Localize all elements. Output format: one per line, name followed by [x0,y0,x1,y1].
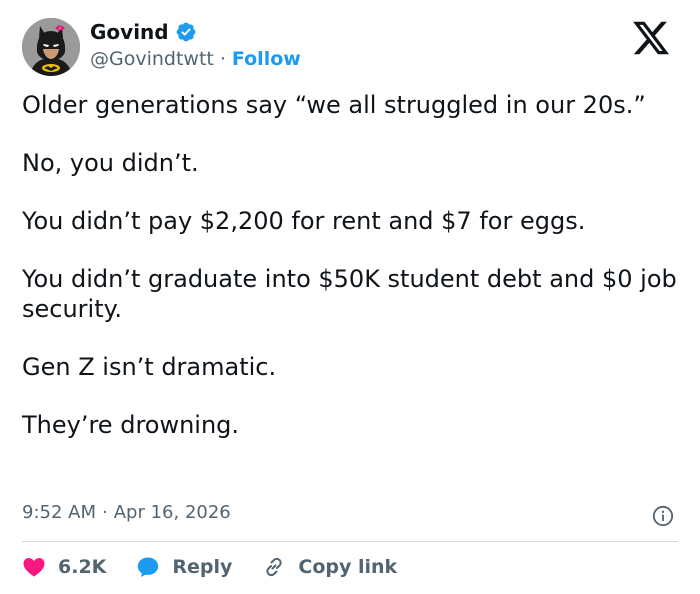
like-count: 6.2K [58,556,107,578]
tweet-paragraph: They’re drowning. [22,411,240,439]
tweet-card: Govind @Govindtwtt · Follow Older genera… [0,0,700,594]
copy-link-label: Copy link [298,556,398,578]
follow-button[interactable]: Follow [232,48,301,70]
like-button[interactable]: 6.2K [22,555,106,579]
reply-button[interactable]: Reply [136,555,232,579]
divider [22,541,678,542]
separator-dot: · [102,502,108,523]
tweet-paragraph: Gen Z isn’t dramatic. [22,353,277,381]
reply-bubble-icon [138,557,159,577]
tweet-date: Apr 16, 2026 [113,502,231,523]
x-logo-icon[interactable] [628,18,674,58]
action-bar: 6.2K Reply Copy link [22,553,427,581]
tweet-paragraph: No, you didn’t. [22,149,199,177]
avatar-image [22,18,80,76]
separator-dot: · [219,48,226,70]
tweet-text: Older generations say “we all struggled … [22,90,682,468]
link-icon [266,557,283,577]
copy-link-button[interactable]: Copy link [262,555,397,579]
reply-label: Reply [172,556,233,578]
verified-badge-icon [176,22,196,42]
heart-icon [23,558,45,577]
tweet-paragraph: Older generations say “we all struggled … [22,91,646,119]
info-icon[interactable] [652,505,674,527]
tweet-paragraph: You didn’t graduate into $50K student de… [22,265,677,323]
tweet-timestamp[interactable]: 9:52 AM · Apr 16, 2026 [22,502,231,523]
avatar[interactable] [22,18,80,76]
tweet-time: 9:52 AM [22,502,96,523]
author-name-row: Govind [90,20,197,44]
author-name[interactable]: Govind [90,20,169,44]
author-handle-row: @Govindtwtt · Follow [90,48,301,70]
author-handle[interactable]: @Govindtwtt [90,48,214,70]
tweet-paragraph: You didn’t pay $2,200 for rent and $7 fo… [22,207,586,235]
